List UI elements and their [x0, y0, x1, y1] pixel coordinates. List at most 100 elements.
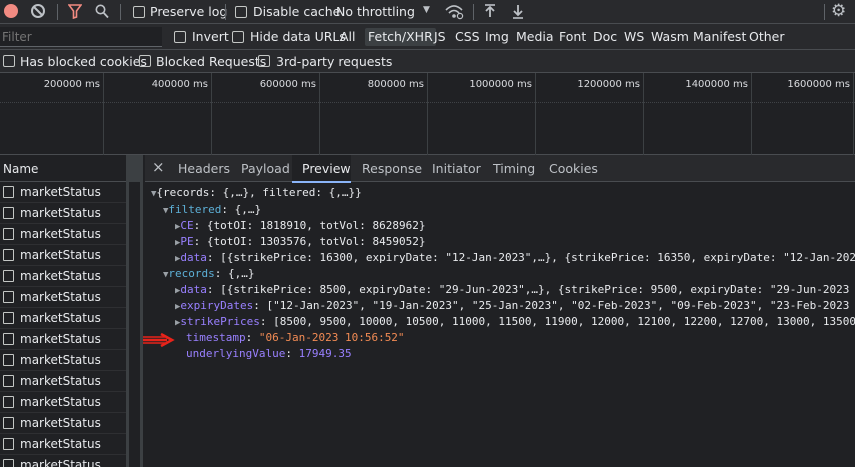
name-column-header[interactable]: Name: [0, 155, 126, 182]
request-type-icon: [3, 228, 14, 240]
tree-expiry-dates[interactable]: ▶expiryDates: ["12-Jan-2023", "19-Jan-20…: [175, 299, 849, 312]
request-name: marketStatus: [20, 374, 101, 388]
request-list-scrollbar[interactable]: [126, 155, 143, 467]
disable-cache-checkbox[interactable]: [235, 6, 247, 18]
tree-value: 17949.35: [298, 347, 352, 360]
type-filter-media[interactable]: Media: [513, 28, 557, 46]
tab-payload[interactable]: Payload: [241, 161, 290, 176]
request-row[interactable]: marketStatus: [0, 350, 126, 371]
tree-key: strikePrices: [180, 315, 260, 328]
request-type-icon: [3, 186, 14, 198]
request-name: marketStatus: [20, 290, 101, 304]
import-har-icon[interactable]: [483, 4, 497, 19]
request-row[interactable]: marketStatus: [0, 182, 126, 203]
request-row[interactable]: marketStatus: [0, 308, 126, 329]
has-blocked-cookies-label: Has blocked cookies: [20, 54, 147, 69]
request-row[interactable]: marketStatus: [0, 455, 126, 467]
tree-value: [8500, 9500, 10000, 10500, 11000, 11500,…: [273, 315, 855, 328]
type-filter-img[interactable]: Img: [482, 28, 512, 46]
filter-icon[interactable]: [68, 4, 82, 19]
request-list: Name marketStatus marketStatus marketSta…: [0, 155, 145, 467]
request-name: marketStatus: [20, 206, 101, 220]
third-party-checkbox[interactable]: [258, 55, 270, 67]
type-filter-js[interactable]: JS: [431, 28, 449, 46]
tree-pe[interactable]: ▶PE: {totOI: 1303576, totVol: 8459052}: [175, 235, 425, 248]
tree-underlying-value[interactable]: underlyingValue: 17949.35: [186, 347, 352, 360]
type-filter-doc[interactable]: Doc: [590, 28, 620, 46]
tree-root[interactable]: ▼{records: {,…}, filtered: {,…}}: [151, 186, 362, 199]
request-row[interactable]: marketStatus: [0, 224, 126, 245]
tree-value: [{strikePrice: 8500, expiryDate: "29-Jun…: [220, 283, 850, 296]
tab-preview[interactable]: Preview: [302, 161, 351, 176]
search-icon[interactable]: [95, 4, 109, 19]
request-row[interactable]: marketStatus: [0, 203, 126, 224]
throttling-select[interactable]: No throttling: [336, 4, 415, 19]
annotation-arrow-icon: [143, 332, 175, 348]
request-type-icon: [3, 459, 14, 467]
timeline-overview[interactable]: 200000 ms 400000 ms 600000 ms 800000 ms …: [0, 73, 855, 155]
request-type-icon: [3, 375, 14, 387]
request-type-icon: [3, 333, 14, 345]
tree-strike-prices[interactable]: ▶strikePrices: [8500, 9500, 10000, 10500…: [175, 315, 855, 328]
type-filter-css[interactable]: CSS: [452, 28, 483, 46]
preserve-log-checkbox[interactable]: [133, 6, 145, 18]
gear-icon[interactable]: ⚙: [831, 1, 846, 21]
has-blocked-cookies-checkbox[interactable]: [3, 55, 15, 67]
tree-key: data: [180, 251, 207, 264]
request-name: marketStatus: [20, 332, 101, 346]
tree-key: CE: [180, 219, 194, 232]
request-row[interactable]: marketStatus: [0, 245, 126, 266]
type-filter-manifest[interactable]: Manifest: [690, 28, 749, 46]
timeline-tick: 800000 ms: [367, 79, 424, 90]
tab-timing[interactable]: Timing: [493, 161, 535, 176]
blocked-requests-checkbox[interactable]: [139, 55, 151, 67]
disable-cache-label: Disable cache: [253, 4, 341, 19]
request-name: marketStatus: [20, 395, 101, 409]
tree-records[interactable]: ▼records: {,…}: [163, 267, 255, 280]
invert-label: Invert: [192, 29, 229, 44]
tree-filtered[interactable]: ▼filtered: {,…}: [163, 203, 261, 216]
filter-input[interactable]: [0, 27, 162, 47]
request-name: marketStatus: [20, 458, 101, 467]
request-row[interactable]: marketStatus: [0, 266, 126, 287]
tree-value: {,…}: [234, 203, 262, 216]
request-row[interactable]: marketStatus: [0, 287, 126, 308]
type-filter-ws[interactable]: WS: [621, 28, 647, 46]
tab-response[interactable]: Response: [362, 161, 422, 176]
type-filter-all[interactable]: All: [337, 28, 359, 46]
invert-checkbox[interactable]: [174, 31, 186, 43]
request-row[interactable]: marketStatus: [0, 371, 126, 392]
tree-value: {totOI: 1818910, totVol: 8628962}: [206, 219, 426, 232]
request-row[interactable]: marketStatus: [0, 434, 126, 455]
tree-key: underlyingValue: [186, 347, 286, 360]
tree-filtered-data[interactable]: ▶data: [{strikePrice: 16300, expiryDate:…: [175, 251, 855, 264]
type-filter-other[interactable]: Other: [746, 28, 788, 46]
export-har-icon[interactable]: [511, 4, 525, 19]
type-filter-fetch-xhr[interactable]: Fetch/XHR: [365, 28, 436, 46]
tree-records-data[interactable]: ▶data: [{strikePrice: 8500, expiryDate: …: [175, 283, 849, 296]
clear-icon[interactable]: [31, 4, 45, 18]
tree-key: records: [168, 267, 215, 280]
request-row[interactable]: marketStatus: [0, 413, 126, 434]
request-row[interactable]: marketStatus: [0, 329, 126, 350]
record-icon[interactable]: [4, 4, 18, 18]
tree-timestamp[interactable]: timestamp: "06-Jan-2023 10:56:52": [186, 331, 405, 344]
request-row[interactable]: marketStatus: [0, 392, 126, 413]
tab-headers[interactable]: Headers: [178, 161, 230, 176]
network-conditions-icon[interactable]: [444, 3, 464, 20]
tab-cookies[interactable]: Cookies: [549, 161, 598, 176]
type-filter-wasm[interactable]: Wasm: [648, 28, 692, 46]
close-icon[interactable]: ×: [152, 158, 165, 176]
type-filter-font[interactable]: Font: [556, 28, 589, 46]
request-type-icon: [3, 207, 14, 219]
name-header-label: Name: [3, 162, 39, 176]
scrollbar-thumb[interactable]: [129, 182, 140, 467]
request-name: marketStatus: [20, 185, 101, 199]
hide-data-urls-label: Hide data URLs: [250, 29, 346, 44]
tree-ce[interactable]: ▶CE: {totOI: 1818910, totVol: 8628962}: [175, 219, 425, 232]
chevron-down-icon[interactable]: ▼: [423, 5, 430, 15]
hide-data-urls-checkbox[interactable]: [232, 31, 244, 43]
network-toolbar: Preserve log Disable cache No throttling…: [0, 0, 855, 24]
timeline-tick: 400000 ms: [151, 79, 208, 90]
tab-initiator[interactable]: Initiator: [432, 161, 481, 176]
